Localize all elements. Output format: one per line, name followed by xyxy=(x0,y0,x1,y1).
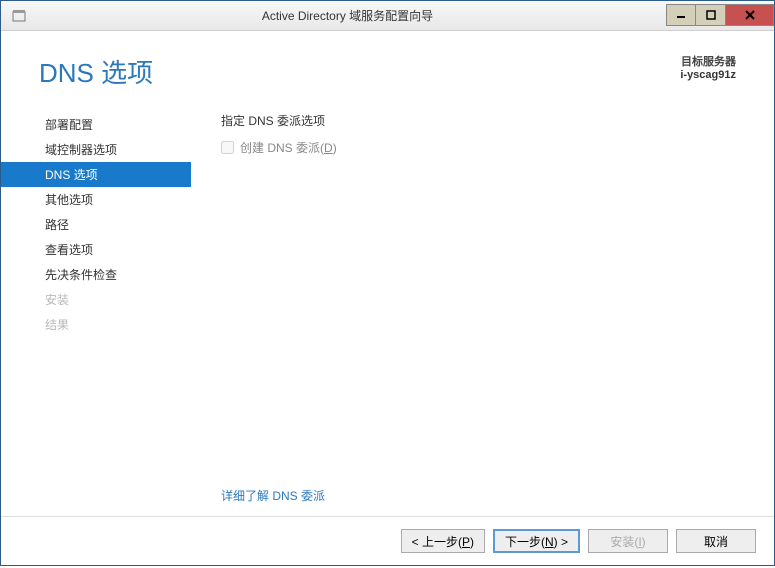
window-title: Active Directory 域服务配置向导 xyxy=(29,7,666,24)
close-button[interactable] xyxy=(726,4,774,26)
window-controls xyxy=(666,5,774,26)
sidebar-item-3[interactable]: 其他选项 xyxy=(1,187,191,212)
sidebar: 部署配置域控制器选项DNS 选项其他选项路径查看选项先决条件检查安装结果 xyxy=(1,108,191,516)
page-title: DNS 选项 xyxy=(39,53,153,90)
install-button[interactable]: 安装(I) xyxy=(588,529,668,553)
cancel-button[interactable]: 取消 xyxy=(676,529,756,553)
sidebar-item-4[interactable]: 路径 xyxy=(1,212,191,237)
learn-more-link[interactable]: 详细了解 DNS 委派 xyxy=(221,487,754,504)
main-area: 部署配置域控制器选项DNS 选项其他选项路径查看选项先决条件检查安装结果 指定 … xyxy=(1,90,774,516)
previous-button[interactable]: < 上一步(P) xyxy=(401,529,485,553)
target-server-info: 目标服务器 i-yscag91z xyxy=(680,53,736,81)
maximize-button[interactable] xyxy=(696,4,726,26)
titlebar: Active Directory 域服务配置向导 xyxy=(1,1,774,31)
create-dns-delegation-row: 创建 DNS 委派(D) xyxy=(221,139,754,156)
create-dns-delegation-checkbox[interactable] xyxy=(221,141,234,154)
content-area: DNS 选项 目标服务器 i-yscag91z 部署配置域控制器选项DNS 选项… xyxy=(1,31,774,565)
section-label: 指定 DNS 委派选项 xyxy=(221,112,754,129)
button-bar: < 上一步(P) 下一步(N) > 安装(I) 取消 xyxy=(1,516,774,565)
target-server-name: i-yscag91z xyxy=(680,69,736,81)
app-icon xyxy=(9,6,29,26)
minimize-button[interactable] xyxy=(666,4,696,26)
sidebar-item-2[interactable]: DNS 选项 xyxy=(1,162,191,187)
sidebar-item-0[interactable]: 部署配置 xyxy=(1,112,191,137)
sidebar-item-6[interactable]: 先决条件检查 xyxy=(1,262,191,287)
target-server-label: 目标服务器 xyxy=(680,53,736,69)
main-panel: 指定 DNS 委派选项 创建 DNS 委派(D) 详细了解 DNS 委派 xyxy=(191,108,774,516)
header-row: DNS 选项 目标服务器 i-yscag91z xyxy=(1,31,774,90)
sidebar-item-8: 结果 xyxy=(1,312,191,337)
sidebar-item-5[interactable]: 查看选项 xyxy=(1,237,191,262)
sidebar-item-7: 安装 xyxy=(1,287,191,312)
create-dns-delegation-label: 创建 DNS 委派(D) xyxy=(240,139,337,156)
next-button[interactable]: 下一步(N) > xyxy=(493,529,580,553)
sidebar-item-1[interactable]: 域控制器选项 xyxy=(1,137,191,162)
